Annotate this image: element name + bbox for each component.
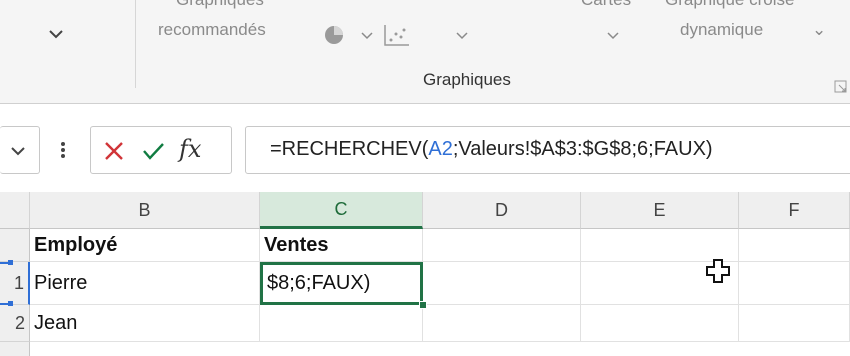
cancel-x-icon[interactable] [102,139,126,163]
cell-f[interactable] [739,262,850,305]
active-cell-c[interactable]: $8;6;FAUX) [260,262,423,305]
cell-d[interactable] [423,305,581,342]
cell-c-ventes[interactable]: Ventes [260,229,423,262]
ribbon-recommended-charts-top[interactable]: Graphiques [176,0,264,10]
ribbon-recommended-charts-label[interactable]: recommandés [158,20,266,40]
row-header[interactable]: 1 [0,262,30,305]
column-header-f[interactable]: F [739,192,850,229]
range-border [0,262,12,264]
cell-e[interactable] [581,305,739,342]
ribbon-pivot-chart-top[interactable]: Graphique croisé [665,0,794,10]
cell-d[interactable] [423,229,581,262]
cell-f[interactable] [739,229,850,262]
ribbon-pivot-chart-label[interactable]: dynamique [680,20,763,40]
enter-check-icon[interactable] [141,139,165,163]
column-header-b[interactable]: B [30,192,260,229]
formula-buttons: fx [90,126,232,174]
cell-c[interactable] [260,305,423,342]
row-header[interactable] [0,229,30,262]
pie-chart-icon[interactable] [322,22,352,48]
corner-header[interactable] [0,192,30,229]
range-handle[interactable] [8,301,13,306]
more-options-icon[interactable] [58,140,68,160]
dialog-launcher-icon[interactable] [834,80,848,94]
spreadsheet-grid: B C D E F Employé Ventes 1 Pierre $8;6;F… [0,192,850,356]
cell-d[interactable] [423,262,581,305]
chevron-down-icon[interactable] [44,24,68,44]
cell-b-employe[interactable]: Employé [30,229,260,262]
chevron-down-icon[interactable] [8,141,28,161]
chevron-down-icon[interactable] [603,26,623,46]
column-header-e[interactable]: E [581,192,739,229]
fill-handle[interactable] [419,301,427,309]
formula-text: =RECHERCHEV(A2;Valeurs!$A$3:$G$8;6;FAUX) [270,138,713,161]
cell-cursor-icon [706,259,730,283]
formula-part: ;Valeurs!$A$3:$G$8;6;FAUX) [452,138,713,160]
ribbon-maps-label[interactable]: Cartes [581,0,631,10]
formula-reference: A2 [428,138,453,160]
cell-f[interactable] [739,305,850,342]
scatter-chart-icon[interactable] [382,22,412,48]
column-header-c[interactable]: C [260,192,423,229]
row-header[interactable] [0,342,30,356]
row-header[interactable]: 2 [0,305,30,342]
cell-b-jean[interactable]: Jean [30,305,260,342]
chevron-down-icon[interactable] [452,26,472,46]
ribbon: Graphiques recommandés Cartes Graphique … [0,0,850,104]
ribbon-group-label: Graphiques [423,70,511,89]
ribbon-separator [135,0,136,88]
cell-b-pierre[interactable]: Pierre [30,262,260,305]
column-header-d[interactable]: D [423,192,581,229]
insert-function-icon[interactable]: fx [179,135,201,163]
formula-part: =RECHERCHEV( [270,138,429,160]
name-box[interactable] [0,126,40,174]
chevron-down-icon[interactable]: ⌄ [812,20,826,40]
chevron-down-icon[interactable] [357,26,377,46]
